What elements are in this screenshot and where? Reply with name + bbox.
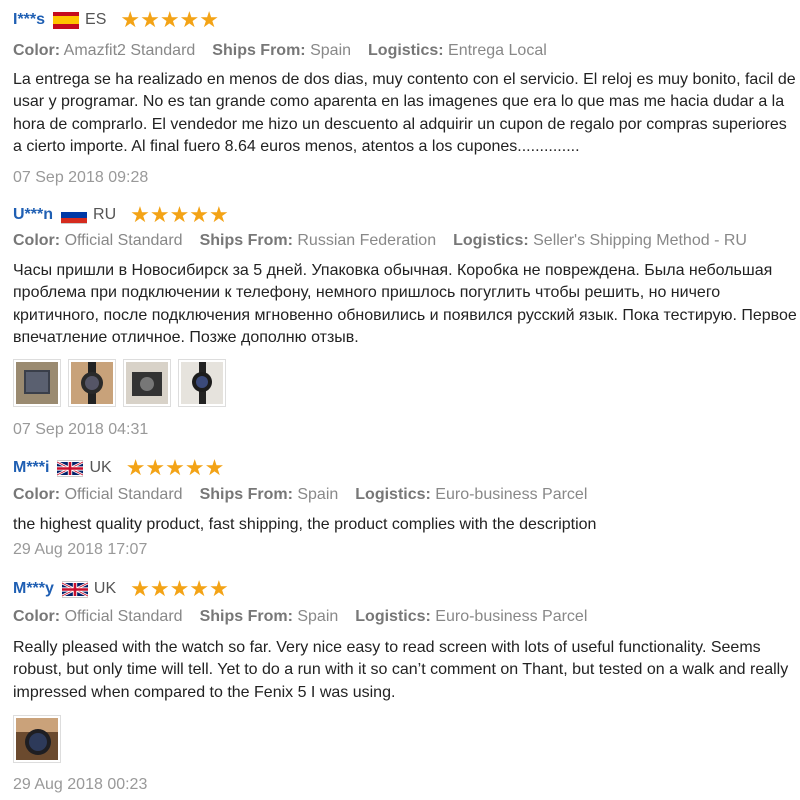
review-photos xyxy=(13,359,226,407)
review-header: M***y UK ★★★★★ xyxy=(13,577,229,601)
ships-from-value: Spain xyxy=(310,42,352,59)
logistics-value: Euro-business Parcel xyxy=(435,608,588,625)
reviewer-country: UK xyxy=(89,459,112,476)
reviewer-name[interactable]: M***y xyxy=(13,580,54,598)
reviewer-country: RU xyxy=(93,206,117,223)
uk-flag-icon xyxy=(57,460,84,477)
reviewer-name[interactable]: M***i xyxy=(13,459,49,477)
star-rating: ★★★★★ xyxy=(125,455,225,480)
review-date: 29 Aug 2018 17:07 xyxy=(13,541,148,558)
color-value: Official Standard xyxy=(64,486,183,503)
spain-flag-icon xyxy=(53,11,80,29)
reviewer-country: ES xyxy=(85,11,107,28)
review-date: 29 Aug 2018 00:23 xyxy=(13,776,148,793)
review-header: M***i UK ★★★★★ xyxy=(13,456,224,480)
ships-from-value: Russian Federation xyxy=(297,232,437,249)
reviewer-name[interactable]: U***n xyxy=(13,206,53,224)
logistics-value: Seller's Shipping Method - RU xyxy=(533,232,747,249)
review-photo-thumbnail[interactable] xyxy=(68,359,116,407)
star-rating: ★★★★★ xyxy=(130,576,229,601)
color-value: Official Standard xyxy=(64,608,183,625)
review-date: 07 Sep 2018 09:28 xyxy=(13,169,149,186)
review-photo-thumbnail[interactable] xyxy=(178,359,226,407)
review-photo-thumbnail[interactable] xyxy=(123,359,171,407)
review-meta: Color: Official Standard Ships From: Spai… xyxy=(13,608,588,625)
review-header: U***n RU ★★★★★ xyxy=(13,203,229,227)
review-meta: Color: Amazfit2 Standard Ships From: Spai… xyxy=(13,42,547,59)
russia-flag-icon xyxy=(61,206,88,224)
reviewer-country: UK xyxy=(93,580,117,597)
star-rating: ★★★★★ xyxy=(120,7,219,32)
review-photo-thumbnail[interactable] xyxy=(13,715,61,763)
review-date: 07 Sep 2018 04:31 xyxy=(13,421,149,438)
review-meta: Color: Official Standard Ships From: Russ… xyxy=(13,232,747,249)
logistics-value: Euro-business Parcel xyxy=(435,486,588,503)
color-value: Official Standard xyxy=(64,232,183,249)
review-photos xyxy=(13,715,61,763)
star-rating: ★★★★★ xyxy=(130,202,229,227)
review-header: I***s ES ★★★★★ xyxy=(13,8,219,32)
review-photo-thumbnail[interactable] xyxy=(13,359,61,407)
review-text: Really pleased with the watch so far. Ve… xyxy=(13,639,789,701)
uk-flag-icon xyxy=(61,581,88,598)
review-text: the highest quality product, fast shippi… xyxy=(13,516,597,533)
review-text: La entrega se ha realizado en menos de d… xyxy=(13,71,796,155)
logistics-value: Entrega Local xyxy=(448,42,547,59)
reviewer-name[interactable]: I***s xyxy=(13,11,45,29)
ships-from-value: Spain xyxy=(297,608,339,625)
color-value: Amazfit2 Standard xyxy=(63,42,196,59)
review-meta: Color: Official Standard Ships From: Spai… xyxy=(13,486,588,503)
ships-from-value: Spain xyxy=(297,486,339,503)
review-text: Часы пришли в Новосибирск за 5 дней. Упа… xyxy=(13,262,797,346)
